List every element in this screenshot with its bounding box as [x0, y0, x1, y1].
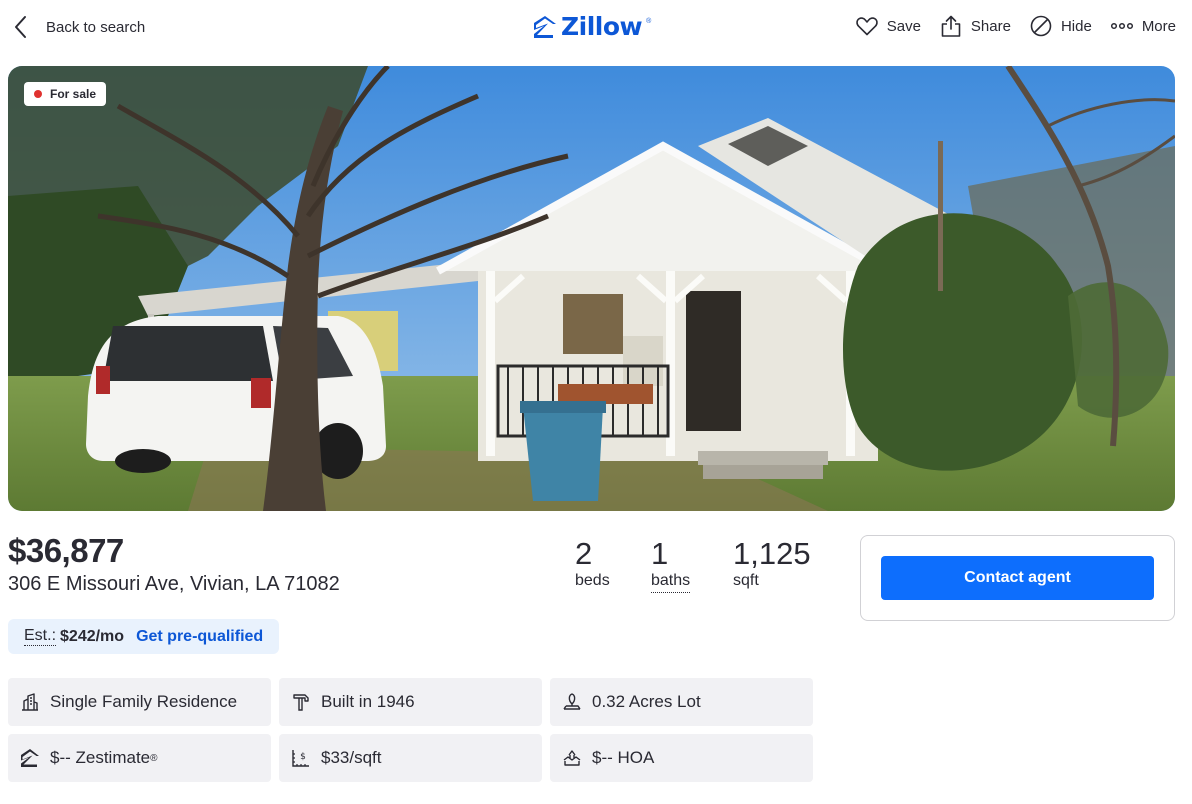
share-icon	[941, 15, 961, 37]
for-sale-label: For sale	[50, 87, 97, 101]
back-to-search-label: Back to search	[46, 18, 146, 36]
top-bar: Back to search Zillow ® Save Share Hide …	[0, 0, 1192, 56]
heart-icon	[855, 17, 878, 36]
fact-zestimate-text: $-- Zestimate	[50, 748, 151, 767]
bed-bath-sqft-stats: 2 beds 1 baths 1,125 sqft	[575, 536, 811, 593]
lot-icon	[563, 693, 581, 710]
baths-value: 1	[651, 536, 669, 571]
hide-icon	[1030, 15, 1052, 37]
contact-card: Contact agent	[860, 535, 1175, 621]
estimate-label[interactable]: Est.:	[24, 627, 57, 646]
facts-grid: Single Family Residence Built in 1946 0.…	[8, 678, 814, 782]
share-label: Share	[970, 17, 1011, 35]
get-pre-qualified-link[interactable]: Get pre-qualified	[136, 628, 263, 646]
sqft-stat: 1,125 sqft	[733, 536, 811, 593]
logo-text: Zillow	[561, 12, 643, 41]
beds-value: 2	[575, 536, 593, 571]
listing-address: 306 E Missouri Ave, Vivian, LA 71082	[8, 573, 340, 595]
zillow-logo[interactable]: Zillow ®	[533, 12, 651, 41]
hide-button[interactable]: Hide	[1029, 14, 1092, 38]
fact-year-built: Built in 1946	[279, 678, 542, 726]
fact-home-type: Single Family Residence	[8, 678, 271, 726]
save-label: Save	[886, 17, 921, 35]
logo-registered-mark: ®	[646, 18, 652, 25]
fact-hoa: $-- HOA	[550, 734, 813, 782]
house-photo	[8, 66, 1175, 511]
more-button[interactable]: More	[1110, 14, 1176, 38]
building-icon	[22, 693, 38, 711]
contact-agent-button[interactable]: Contact agent	[881, 556, 1154, 600]
baths-stat[interactable]: 1 baths	[651, 536, 733, 593]
beds-label: beds	[575, 572, 610, 589]
baths-label[interactable]: baths	[651, 572, 691, 593]
for-sale-badge: For sale	[24, 82, 107, 106]
fact-zestimate[interactable]: $-- Zestimate ®	[8, 734, 271, 782]
monthly-estimate: Est.: $242/mo Get pre-qualified	[8, 619, 280, 654]
more-icon	[1110, 22, 1133, 30]
fact-lot-size-text: 0.32 Acres Lot	[592, 692, 701, 711]
save-button[interactable]: Save	[855, 14, 921, 38]
estimate-value: $242/mo	[60, 627, 125, 645]
hammer-icon	[293, 694, 309, 711]
hoa-icon	[563, 750, 581, 766]
sqft-label: sqft	[733, 572, 759, 589]
more-label: More	[1141, 17, 1176, 35]
chevron-left-icon	[15, 16, 26, 38]
hide-label: Hide	[1060, 17, 1092, 35]
fact-price-per-sqft: $ $33/sqft	[279, 734, 542, 782]
status-dot-icon	[34, 90, 42, 98]
zillow-logo-icon	[534, 15, 556, 38]
fact-year-built-text: Built in 1946	[321, 692, 415, 711]
listing-photo[interactable]: For sale	[8, 66, 1175, 511]
header-actions: Save Share Hide More	[855, 14, 1176, 38]
beds-stat: 2 beds	[575, 536, 651, 593]
fact-home-type-text: Single Family Residence	[50, 692, 238, 711]
fact-lot-size: 0.32 Acres Lot	[550, 678, 813, 726]
share-button[interactable]: Share	[939, 14, 1011, 38]
back-to-search-link[interactable]: Back to search	[10, 14, 145, 40]
sqft-value: 1,125	[733, 536, 811, 571]
fact-price-per-sqft-text: $33/sqft	[321, 748, 382, 767]
fact-hoa-text: $-- HOA	[592, 748, 655, 767]
listing-price: $36,877	[8, 532, 124, 569]
svg-text:$: $	[300, 752, 306, 762]
zestimate-icon	[21, 749, 39, 767]
zestimate-registered-mark: ®	[150, 752, 158, 764]
price-per-sqft-icon: $	[292, 750, 309, 767]
